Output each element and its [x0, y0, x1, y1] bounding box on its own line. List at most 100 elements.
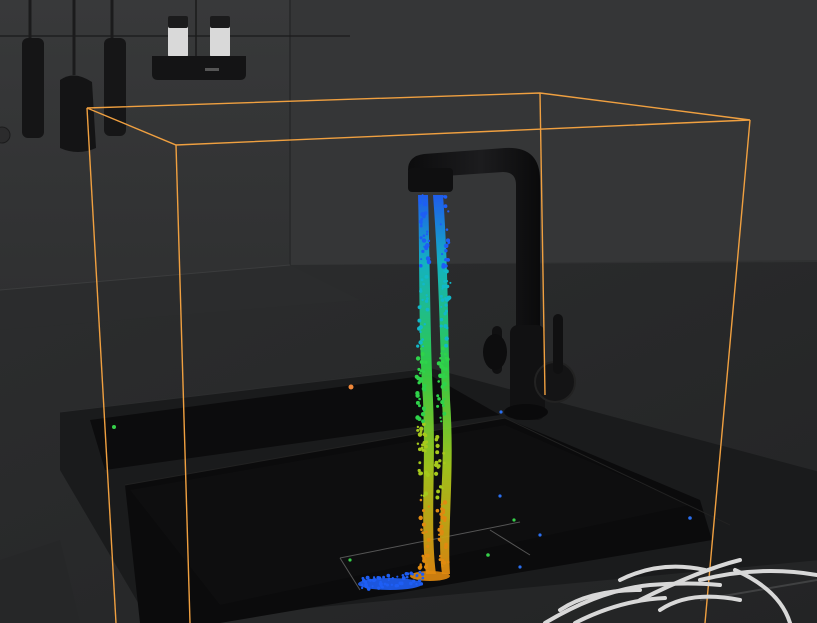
water-particle [435, 450, 440, 455]
water-particle [445, 326, 449, 330]
water-particle [418, 471, 423, 476]
water-particle [438, 558, 442, 562]
water-particle [446, 258, 450, 262]
water-particle [423, 470, 429, 475]
water-particle [436, 404, 440, 408]
water-particle [444, 303, 448, 307]
splash-particle [401, 576, 406, 581]
water-particle [447, 242, 450, 245]
water-particle [434, 471, 439, 476]
water-particle [444, 297, 447, 300]
water-particle [441, 284, 446, 289]
3d-viewport[interactable] [0, 0, 817, 623]
water-particle [435, 495, 440, 500]
water-particle [420, 412, 426, 417]
splash-particle [391, 577, 394, 580]
water-particle [418, 404, 421, 408]
water-particle [421, 249, 425, 254]
water-particle [422, 282, 425, 286]
water-particle [422, 387, 427, 392]
splash-particle [368, 578, 372, 582]
water-particle [441, 287, 444, 290]
water-particle [442, 461, 446, 465]
water-particle [437, 397, 441, 401]
water-particle [442, 516, 447, 521]
water-particle [427, 505, 430, 508]
water-particle [422, 494, 426, 498]
water-particle [415, 415, 420, 420]
water-particle [444, 248, 448, 253]
splash-particle [412, 579, 416, 583]
water-particle [447, 210, 450, 213]
water-particle [436, 489, 441, 494]
water-particle [444, 264, 448, 268]
water-particle [422, 234, 426, 237]
water-particle [426, 570, 430, 574]
water-particle [444, 269, 449, 274]
water-particle [444, 343, 449, 348]
water-particle [435, 508, 440, 513]
water-particle [426, 544, 430, 548]
water-particle [420, 222, 423, 226]
water-particle [440, 384, 445, 389]
water-particle [434, 437, 439, 442]
splash-particle [388, 577, 391, 580]
water-particle [422, 370, 426, 374]
splash-particle [419, 582, 424, 586]
water-particle [440, 305, 443, 308]
water-particle [415, 391, 420, 396]
water-particle [422, 239, 425, 242]
water-particle [417, 565, 422, 570]
water-particle [424, 299, 429, 303]
water-particle [439, 324, 443, 328]
water-particle [442, 560, 447, 565]
water-particle [419, 264, 423, 268]
water-particle [440, 374, 446, 379]
water-particle [421, 522, 426, 527]
water-particle [420, 494, 423, 497]
water-particle [444, 336, 449, 341]
water-particle [417, 367, 421, 371]
splash-particle [394, 584, 399, 588]
water-particle [440, 503, 443, 506]
water-particle [439, 317, 444, 322]
water-particle [439, 531, 444, 536]
water-particle [442, 500, 448, 505]
water-particle [440, 346, 445, 351]
water-particle [441, 404, 445, 408]
water-particle [418, 372, 422, 375]
splash-particle [382, 575, 386, 579]
water-particle [418, 515, 423, 521]
splash-particle [377, 586, 381, 590]
splash-particle [405, 573, 408, 576]
water-particle [439, 223, 442, 226]
water-particle [418, 397, 421, 401]
water-particle [417, 432, 423, 437]
water-particle [421, 508, 426, 513]
water-particle [436, 443, 439, 447]
splash-particle [364, 580, 368, 584]
water-particle [443, 312, 447, 316]
water-particle [422, 408, 426, 412]
water-particle [415, 356, 421, 361]
water-particle [425, 242, 430, 248]
scene-canvas[interactable] [0, 0, 817, 623]
splash-particle [360, 586, 364, 590]
water-particle [447, 560, 450, 564]
splash-particle [398, 581, 402, 585]
water-particle [423, 564, 429, 570]
splash-particle [409, 581, 413, 586]
splash-particle [379, 582, 383, 586]
water-particle [419, 430, 423, 433]
water-particle [445, 284, 450, 289]
water-particle [445, 367, 448, 370]
water-particle [419, 563, 422, 566]
water-particle [418, 340, 423, 345]
splash-particle [371, 578, 376, 583]
splash-particle [411, 573, 414, 576]
water-particle [419, 498, 423, 502]
splash-particle [377, 576, 382, 580]
splash-particle [361, 576, 365, 580]
water-particle [421, 194, 424, 197]
water-particle [436, 361, 441, 366]
